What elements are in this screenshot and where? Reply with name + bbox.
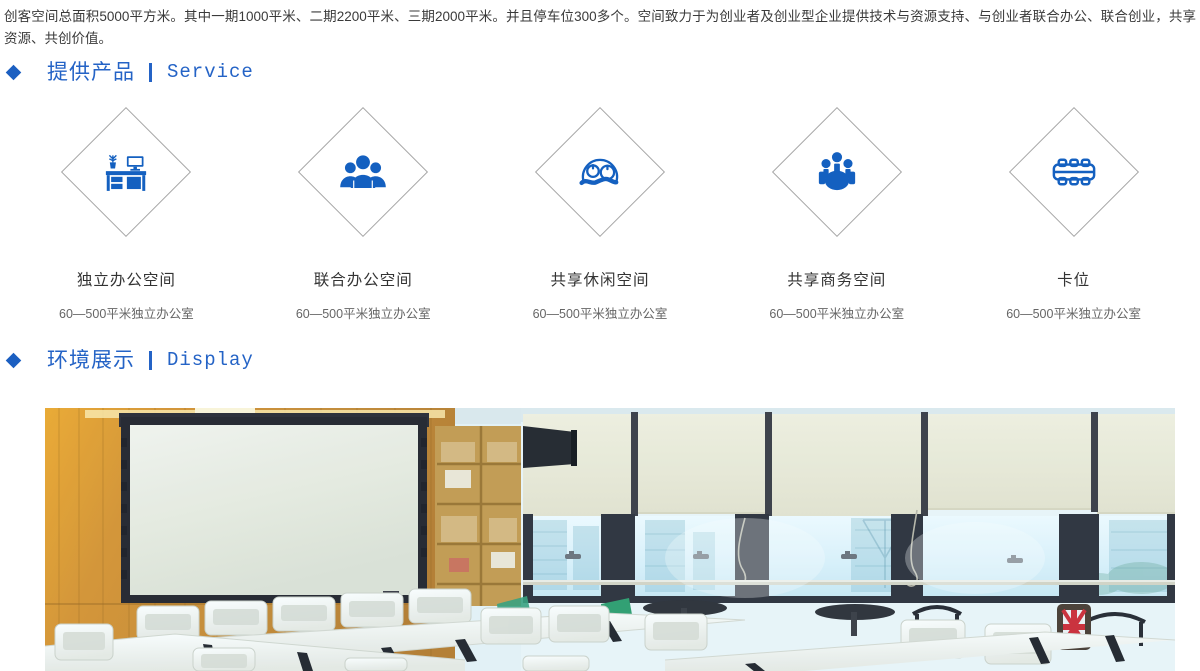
diamond-frame [298,106,429,238]
desk-computer-icon [95,141,157,203]
section-title-en: Display [167,348,254,371]
diamond-bullet-icon [5,64,22,80]
product-list: 独立办公空间 60—500平米独立办公室 联合办公空间 60—500平米独立办公… [8,106,1192,321]
product-title: 联合办公空间 [313,272,413,289]
product-card[interactable]: 共享商务空间 60—500平米独立办公室 [718,106,955,321]
product-card[interactable]: 卡位 60—500平米独立办公室 [955,106,1192,321]
meeting-room-illustration [45,408,1175,671]
diamond-frame [1008,106,1139,238]
diamond-bullet-icon [5,352,22,368]
relax-face-wave-icon [569,141,631,203]
section-divider [149,350,152,370]
intro-paragraph: 创客空间总面积5000平方米。其中一期1000平米、二期2200平米、三期200… [4,9,1196,46]
product-title: 独立办公空间 [76,272,176,289]
product-title: 共享商务空间 [787,272,887,289]
environment-photo[interactable] [45,408,1175,671]
meeting-table-people-icon [806,141,868,203]
product-description: 60—500平米独立办公室 [532,306,668,321]
product-description: 60—500平米独立办公室 [769,306,905,321]
product-card[interactable]: 独立办公空间 60—500平米独立办公室 [8,106,245,321]
diamond-frame [534,106,666,238]
product-description: 60—500平米独立办公室 [295,306,431,321]
section-divider [149,62,152,82]
product-description: 60—500平米独立办公室 [59,306,194,321]
product-card[interactable]: 联合办公空间 60—500平米独立办公室 [245,106,482,321]
section-title-cn: 环境展示 [47,348,135,372]
section-heading-service: 提供产品 Service [0,58,254,86]
meeting-room-photo [45,408,1175,671]
section-title-cn: 提供产品 [47,60,135,84]
diamond-frame [771,106,902,238]
product-title: 卡位 [1057,272,1091,289]
section-heading-display: 环境展示 Display [0,346,254,374]
people-group-icon [332,141,394,203]
workstation-bench-icon [1043,141,1105,203]
product-card[interactable]: 共享休闲空间 60—500平米独立办公室 [482,106,719,321]
section-title-en: Service [167,60,254,83]
product-title: 共享休闲空间 [550,272,650,289]
diamond-frame [61,106,192,238]
product-description: 60—500平米独立办公室 [1006,306,1141,321]
